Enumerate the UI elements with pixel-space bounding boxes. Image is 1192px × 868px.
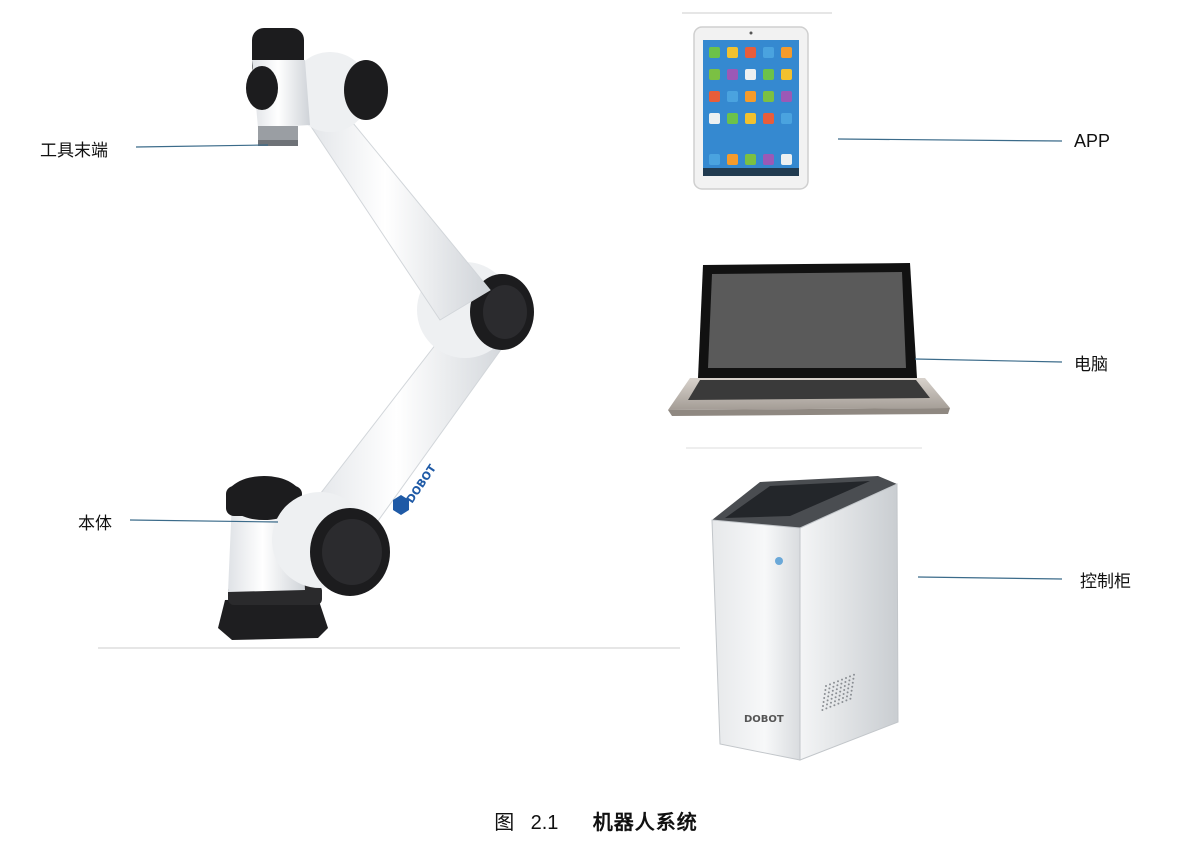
tablet-app-icon xyxy=(709,113,720,124)
tablet-app-icon xyxy=(727,113,738,124)
laptop-image xyxy=(668,263,950,416)
tablet-app-icon xyxy=(709,91,720,102)
control-cabinet-image: DOBOT xyxy=(711,476,899,761)
robot-system-figure: DOBOT DOBOT 工具末端 本体 APP 电脑 控制柜 图 2.1 机器人… xyxy=(0,0,1192,868)
cabinet-brand-logo: DOBOT xyxy=(744,714,784,725)
label-control-cabinet: 控制柜 xyxy=(1080,572,1131,592)
tablet-app-icon xyxy=(763,113,774,124)
caption-prefix: 图 xyxy=(494,810,515,834)
tablet-app-icon xyxy=(745,113,756,124)
tablet-app-icon xyxy=(763,47,774,58)
tablet-app-icon xyxy=(709,47,720,58)
tablet-app-icon xyxy=(727,47,738,58)
tablet-app-icon xyxy=(727,91,738,102)
tablet-dock-icon xyxy=(745,154,756,165)
tablet-app-icon xyxy=(781,113,792,124)
tablet-dock-icon xyxy=(763,154,774,165)
tablet-app-icon xyxy=(781,69,792,80)
tablet-app-icon xyxy=(745,47,756,58)
label-tool-end: 工具末端 xyxy=(40,141,108,161)
leader-line-control-cabinet xyxy=(917,576,1063,580)
leader-line-tool-end xyxy=(135,144,269,148)
label-app: APP xyxy=(1074,131,1111,151)
tablet-app-icon xyxy=(781,47,792,58)
label-computer: 电脑 xyxy=(1074,355,1108,375)
tablet-app-icon xyxy=(709,69,720,80)
tablet-app-icon xyxy=(745,91,756,102)
leader-line-computer xyxy=(914,358,1063,363)
tablet-app-icon xyxy=(781,91,792,102)
caption-title: 机器人系统 xyxy=(592,810,698,834)
tablet-dock-icon xyxy=(709,154,720,165)
figure-caption: 图 2.1 机器人系统 xyxy=(0,806,1192,835)
leader-line-app xyxy=(837,138,1063,142)
tablet-dock-icon xyxy=(781,154,792,165)
tablet-app-icon xyxy=(727,69,738,80)
tablet-app-icon xyxy=(763,91,774,102)
label-body: 本体 xyxy=(78,514,112,534)
tablet-dock-icon xyxy=(727,154,738,165)
caption-number: 2.1 xyxy=(530,812,559,834)
tablet-app-icon xyxy=(745,69,756,80)
figure-illustration: DOBOT DOBOT xyxy=(98,12,1063,761)
robot-arm-image: DOBOT xyxy=(218,28,534,640)
tablet-app-icon xyxy=(763,69,774,80)
